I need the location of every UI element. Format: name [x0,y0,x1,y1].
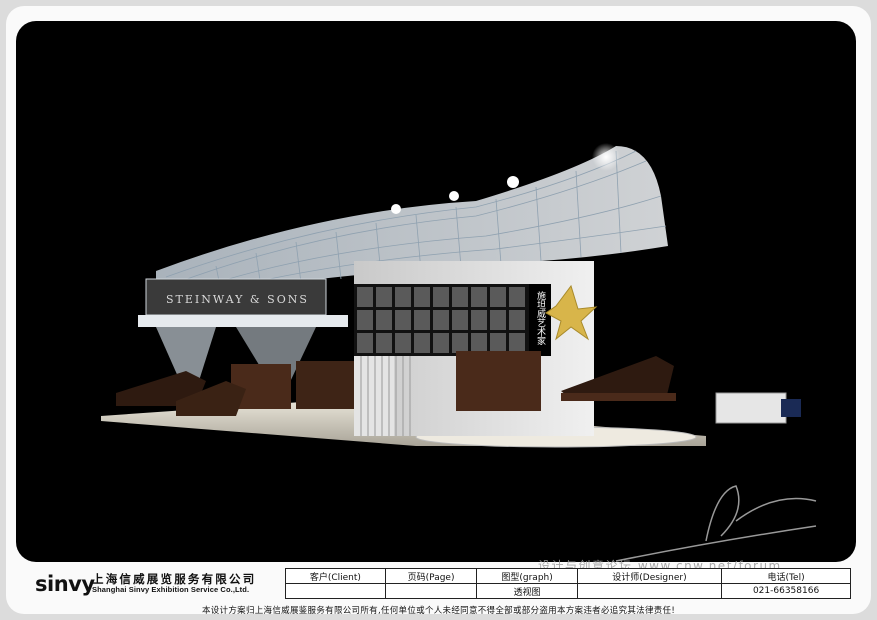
client-value [285,583,386,599]
upright-piano [456,351,541,411]
client-header: 客户(Client) [285,568,386,584]
copyright-disclaimer: 本设计方案归上海信威展鉴服务有限公司所有,任何单位或个人未经同意不得全部或部分盗… [201,606,676,616]
tel-value: 021-66358166 [721,583,851,599]
monitor [781,399,801,417]
artist-wall-caption: 施坦威艺术家 [535,290,546,345]
reception-desk [715,392,787,424]
booth-brand-text: STEINWAY & SONS [166,293,309,306]
designer-value [576,583,723,599]
upper-deck-floor [138,315,348,327]
booth-illustration: STEINWAY & SONS 施坦威艺术家 [101,143,817,562]
designer-signature-art [615,485,817,562]
title-block-table: 客户(Client) 页码(Page) 图型(graph) 设计师(Design… [285,568,851,599]
spotlight [449,191,459,201]
company-logo: sinvy [35,572,95,596]
graph-header: 图型(graph) [476,568,578,584]
upright-piano [336,361,354,409]
spotlight [391,204,401,214]
title-block-header-row: 客户(Client) 页码(Page) 图型(graph) 设计师(Design… [285,568,851,584]
artist-portrait-wall: 施坦威艺术家 [354,284,551,356]
tel-header: 电话(Tel) [721,568,851,584]
page-header: 页码(Page) [384,568,478,584]
company-name-en: Shanghai Sinvy Exhibition Service Co.,Lt… [92,585,250,594]
spotlight [507,176,519,188]
graph-value: 透视图 [476,583,578,599]
booth-render: STEINWAY & SONS 施坦威艺术家 [16,21,856,562]
grand-piano-keybed [561,393,676,401]
page-value [384,583,478,599]
designer-header: 设计师(Designer) [576,568,723,584]
title-block-value-row: 透视图 021-66358166 [285,583,851,599]
spotlight [592,143,620,171]
